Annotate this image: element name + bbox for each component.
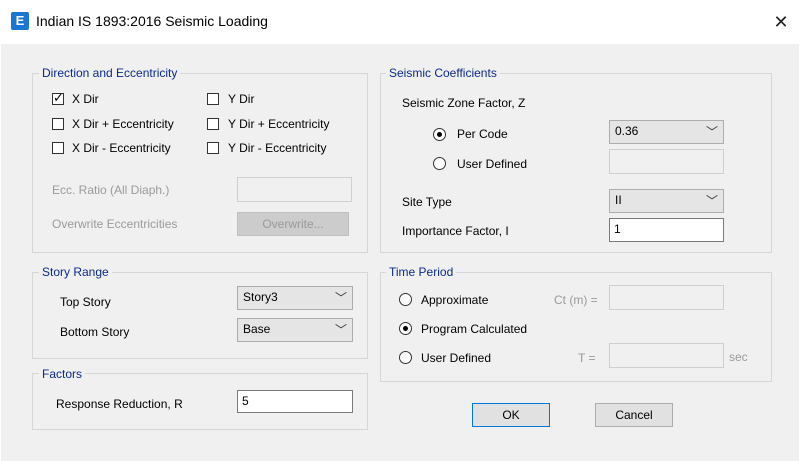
per-code-radio[interactable]	[433, 128, 446, 141]
response-reduction-input[interactable]: 5	[237, 390, 353, 413]
window-title: Indian IS 1893:2016 Seismic Loading	[36, 13, 268, 29]
importance-factor-label: Importance Factor, I	[402, 224, 509, 238]
bottom-story-label: Bottom Story	[60, 325, 130, 339]
site-type-label: Site Type	[402, 195, 452, 209]
zone-factor-label: Seismic Zone Factor, Z	[402, 96, 526, 110]
user-defined-period-label: User Defined	[421, 351, 492, 365]
approximate-label: Approximate	[421, 293, 489, 307]
response-reduction-label: Response Reduction, R	[56, 397, 183, 411]
direction-legend: Direction and Eccentricity	[39, 66, 181, 80]
cancel-button[interactable]: Cancel	[595, 403, 673, 427]
ecc-ratio-label: Ecc. Ratio (All Diaph.)	[52, 183, 170, 197]
factors-legend: Factors	[39, 367, 86, 381]
t-input[interactable]	[609, 343, 724, 368]
y-dir-label: Y Dir	[228, 92, 255, 106]
user-defined-zone-radio[interactable]	[433, 157, 446, 170]
chevron-down-icon: ﹀	[334, 291, 347, 305]
ct-label: Ct (m) =	[554, 293, 598, 307]
x-dir-ecc-plus-checkbox[interactable]	[52, 118, 64, 130]
x-dir-ecc-minus-label: X Dir - Eccentricity	[72, 141, 171, 155]
top-story-value: Story3	[243, 290, 278, 304]
user-defined-period-radio[interactable]	[399, 351, 412, 364]
title-bar: E Indian IS 1893:2016 Seismic Loading ✕	[0, 0, 800, 44]
close-icon[interactable]: ✕	[767, 8, 795, 36]
y-dir-ecc-minus-label: Y Dir - Eccentricity	[228, 141, 327, 155]
x-dir-checkbox[interactable]	[52, 90, 64, 106]
bottom-story-select[interactable]: Base ﹀	[237, 318, 353, 342]
user-defined-zone-input[interactable]	[609, 149, 724, 174]
time-period-legend: Time Period	[386, 265, 457, 279]
x-dir-ecc-plus-label: X Dir + Eccentricity	[72, 117, 174, 131]
chevron-down-icon: ﹀	[705, 125, 718, 139]
site-type-value: II	[615, 193, 622, 207]
ct-input[interactable]	[609, 285, 724, 310]
sec-label: sec	[729, 350, 748, 364]
x-dir-label: X Dir	[72, 92, 99, 106]
seismic-coefficients-legend: Seismic Coefficients	[386, 66, 500, 80]
chevron-down-icon: ﹀	[334, 323, 347, 337]
per-code-label: Per Code	[457, 127, 508, 141]
program-calculated-label: Program Calculated	[421, 322, 528, 336]
app-icon: E	[11, 12, 29, 30]
program-calculated-radio[interactable]	[399, 322, 412, 335]
importance-factor-input[interactable]: 1	[609, 218, 724, 242]
chevron-down-icon: ﹀	[705, 194, 718, 208]
ecc-ratio-input[interactable]	[237, 177, 352, 202]
per-code-select[interactable]: 0.36 ﹀	[609, 120, 724, 144]
y-dir-ecc-minus-checkbox[interactable]	[207, 142, 219, 154]
user-defined-zone-label: User Defined	[457, 157, 528, 171]
ok-button[interactable]: OK	[472, 403, 550, 427]
overwrite-button[interactable]: Overwrite...	[237, 212, 349, 236]
t-label: T =	[578, 351, 596, 365]
site-type-select[interactable]: II ﹀	[609, 189, 724, 213]
y-dir-ecc-plus-checkbox[interactable]	[207, 118, 219, 130]
approximate-radio[interactable]	[399, 293, 412, 306]
top-story-select[interactable]: Story3 ﹀	[237, 286, 353, 310]
y-dir-ecc-plus-label: Y Dir + Eccentricity	[228, 117, 330, 131]
per-code-value: 0.36	[615, 124, 639, 138]
top-story-label: Top Story	[60, 295, 111, 309]
y-dir-checkbox[interactable]	[207, 93, 219, 105]
bottom-story-value: Base	[243, 322, 271, 336]
x-dir-ecc-minus-checkbox[interactable]	[52, 142, 64, 154]
story-range-legend: Story Range	[39, 265, 112, 279]
overwrite-label: Overwrite Eccentricities	[52, 217, 178, 231]
